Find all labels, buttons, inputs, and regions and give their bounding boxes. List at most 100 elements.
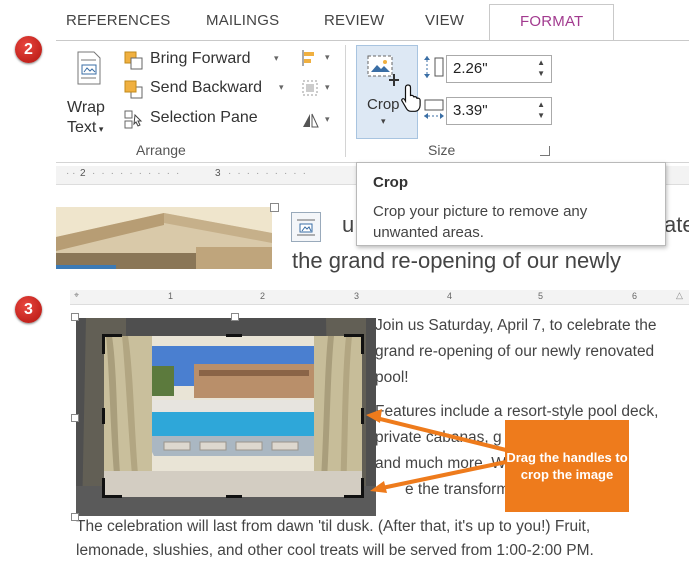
shape-width-field[interactable]: 3.39" ▲ ▼ [446,97,552,125]
indent-marker-icon[interactable]: △ [676,290,683,301]
crop-handle-top-left[interactable] [102,334,105,354]
chevron-down-icon: ▾ [381,116,386,126]
crop-handle-top-left[interactable] [102,334,122,337]
align-icon [302,50,314,66]
resize-handle[interactable] [71,414,79,422]
group-button[interactable]: ▾ [301,79,337,101]
shape-height-value: 2.26" [453,60,488,77]
tooltip-description: Crop your picture to remove any unwanted… [373,203,588,241]
layout-options-icon [297,219,315,236]
align-button[interactable]: ▾ [301,49,337,71]
resize-handle[interactable] [231,313,239,321]
bring-forward-button[interactable]: Bring Forward ▾ [124,49,294,73]
ribbon-tab-bar: REFERENCES MAILINGS REVIEW VIEW FORMAT [56,0,689,42]
instruction-callout: Drag the handles to crop the image [505,420,629,512]
document-text: u [342,212,355,237]
spin-down-icon[interactable]: ▼ [537,69,545,78]
horizontal-ruler: ⌖ 1 2 3 4 5 6 △ [70,290,689,305]
resize-handle[interactable] [71,313,79,321]
tab-references[interactable]: REFERENCES [66,12,171,29]
selection-pane-icon [124,110,143,129]
ruler-ticks: ·········· [92,168,186,179]
crop-handle-left[interactable] [102,408,105,424]
ruler-number: 3 [354,291,360,301]
ruler-number: 5 [538,291,544,301]
tab-view[interactable]: VIEW [425,12,464,29]
crop-handle-bottom-left[interactable] [102,478,105,498]
pool-photo [104,336,362,497]
chevron-down-icon: ▾ [325,52,330,62]
crop-icon [367,55,399,86]
spin-down-icon[interactable]: ▼ [537,111,545,120]
wrap-text-label: Wrap [67,99,105,116]
layout-options-button[interactable] [291,212,321,242]
selection-pane-label: Selection Pane [150,109,258,126]
callout-arrows [366,409,507,493]
selection-pane-button[interactable]: Selection Pane [124,108,294,132]
wrap-text-button[interactable]: Wrap Text ▾ [64,47,116,139]
ribbon: Wrap Text ▾ Bring Forward ▾ Send Backwar… [56,40,689,163]
chevron-down-icon: ▾ [325,82,330,92]
document-text: the grand re-opening of our newly [292,248,621,273]
group-divider [345,45,346,157]
send-backward-button[interactable]: Send Backward ▾ [124,78,294,102]
chevron-down-icon: ▾ [325,114,330,124]
ruler-ticks: ········· [228,168,312,179]
chevron-down-icon[interactable]: ▾ [274,53,279,64]
document-picture[interactable] [56,207,272,269]
ruler-ticks: · · [66,168,76,179]
chevron-down-icon[interactable]: ▾ [279,82,284,93]
ruler-number: 6 [632,291,638,301]
resize-handle[interactable] [71,513,79,521]
shape-width-icon [424,99,444,119]
crop-handle-bottom-left[interactable] [102,495,122,498]
shape-width-value: 3.39" [453,102,488,119]
bring-forward-label: Bring Forward [150,50,251,67]
tab-format[interactable]: FORMAT [489,4,615,42]
ruler-number: 1 [168,291,174,301]
crop-label: Crop [367,96,400,113]
send-backward-icon [124,80,143,99]
shape-height-field[interactable]: 2.26" ▲ ▼ [446,55,552,83]
rotate-button[interactable]: ▾ [301,111,337,133]
document-text: pool! [375,369,409,386]
tab-mailings[interactable]: MAILINGS [206,12,279,29]
rotate-icon [303,113,319,128]
step-number: 2 [24,40,33,58]
tooltip-title: Crop [373,174,408,191]
wrap-text-label-2: Text ▾ [67,119,104,136]
crop-tooltip: Crop Crop your picture to remove any unw… [356,162,666,246]
step-number: 3 [24,300,33,318]
crop-handle-top[interactable] [226,334,242,337]
spin-up-icon[interactable]: ▲ [537,100,545,109]
indent-marker-icon[interactable]: ⌖ [74,290,79,301]
document-text: grand re-opening of our newly renovated [375,343,655,360]
ruler-number: 3 [215,168,221,179]
group-icon [302,80,318,96]
cropped-picture[interactable] [104,336,362,497]
arrange-group-label: Arrange [136,142,186,158]
dialog-launcher-icon[interactable] [540,146,550,156]
ruler-number: 2 [260,291,266,301]
size-group-label: Size [428,142,456,158]
step-badge-3: 3 [15,296,42,323]
document-text: Join us Saturday, April 7, to celebrate … [375,317,657,334]
step-badge-2: 2 [15,36,42,63]
crop-handle-top-right[interactable] [361,334,364,354]
resize-handle[interactable] [270,203,279,212]
wrap-text-icon [77,51,101,85]
cabana-photo [56,207,272,269]
document-text: ate [664,212,689,237]
wrap-text-label-2-text: Text [67,119,97,136]
crop-handle-bottom[interactable] [226,495,242,498]
ruler-number: 2 [80,168,86,179]
shape-height-icon [424,56,444,78]
bring-forward-icon [124,51,143,70]
send-backward-label: Send Backward [150,79,263,96]
spin-up-icon[interactable]: ▲ [537,58,545,67]
document-text: lemonade, slushies, and other cool treat… [76,542,594,559]
callout-text: Drag the handles to crop the image [506,450,628,482]
ruler-number: 4 [447,291,453,301]
tab-review[interactable]: REVIEW [324,12,384,29]
document-text: The celebration will last from dawn 'til… [76,518,591,535]
